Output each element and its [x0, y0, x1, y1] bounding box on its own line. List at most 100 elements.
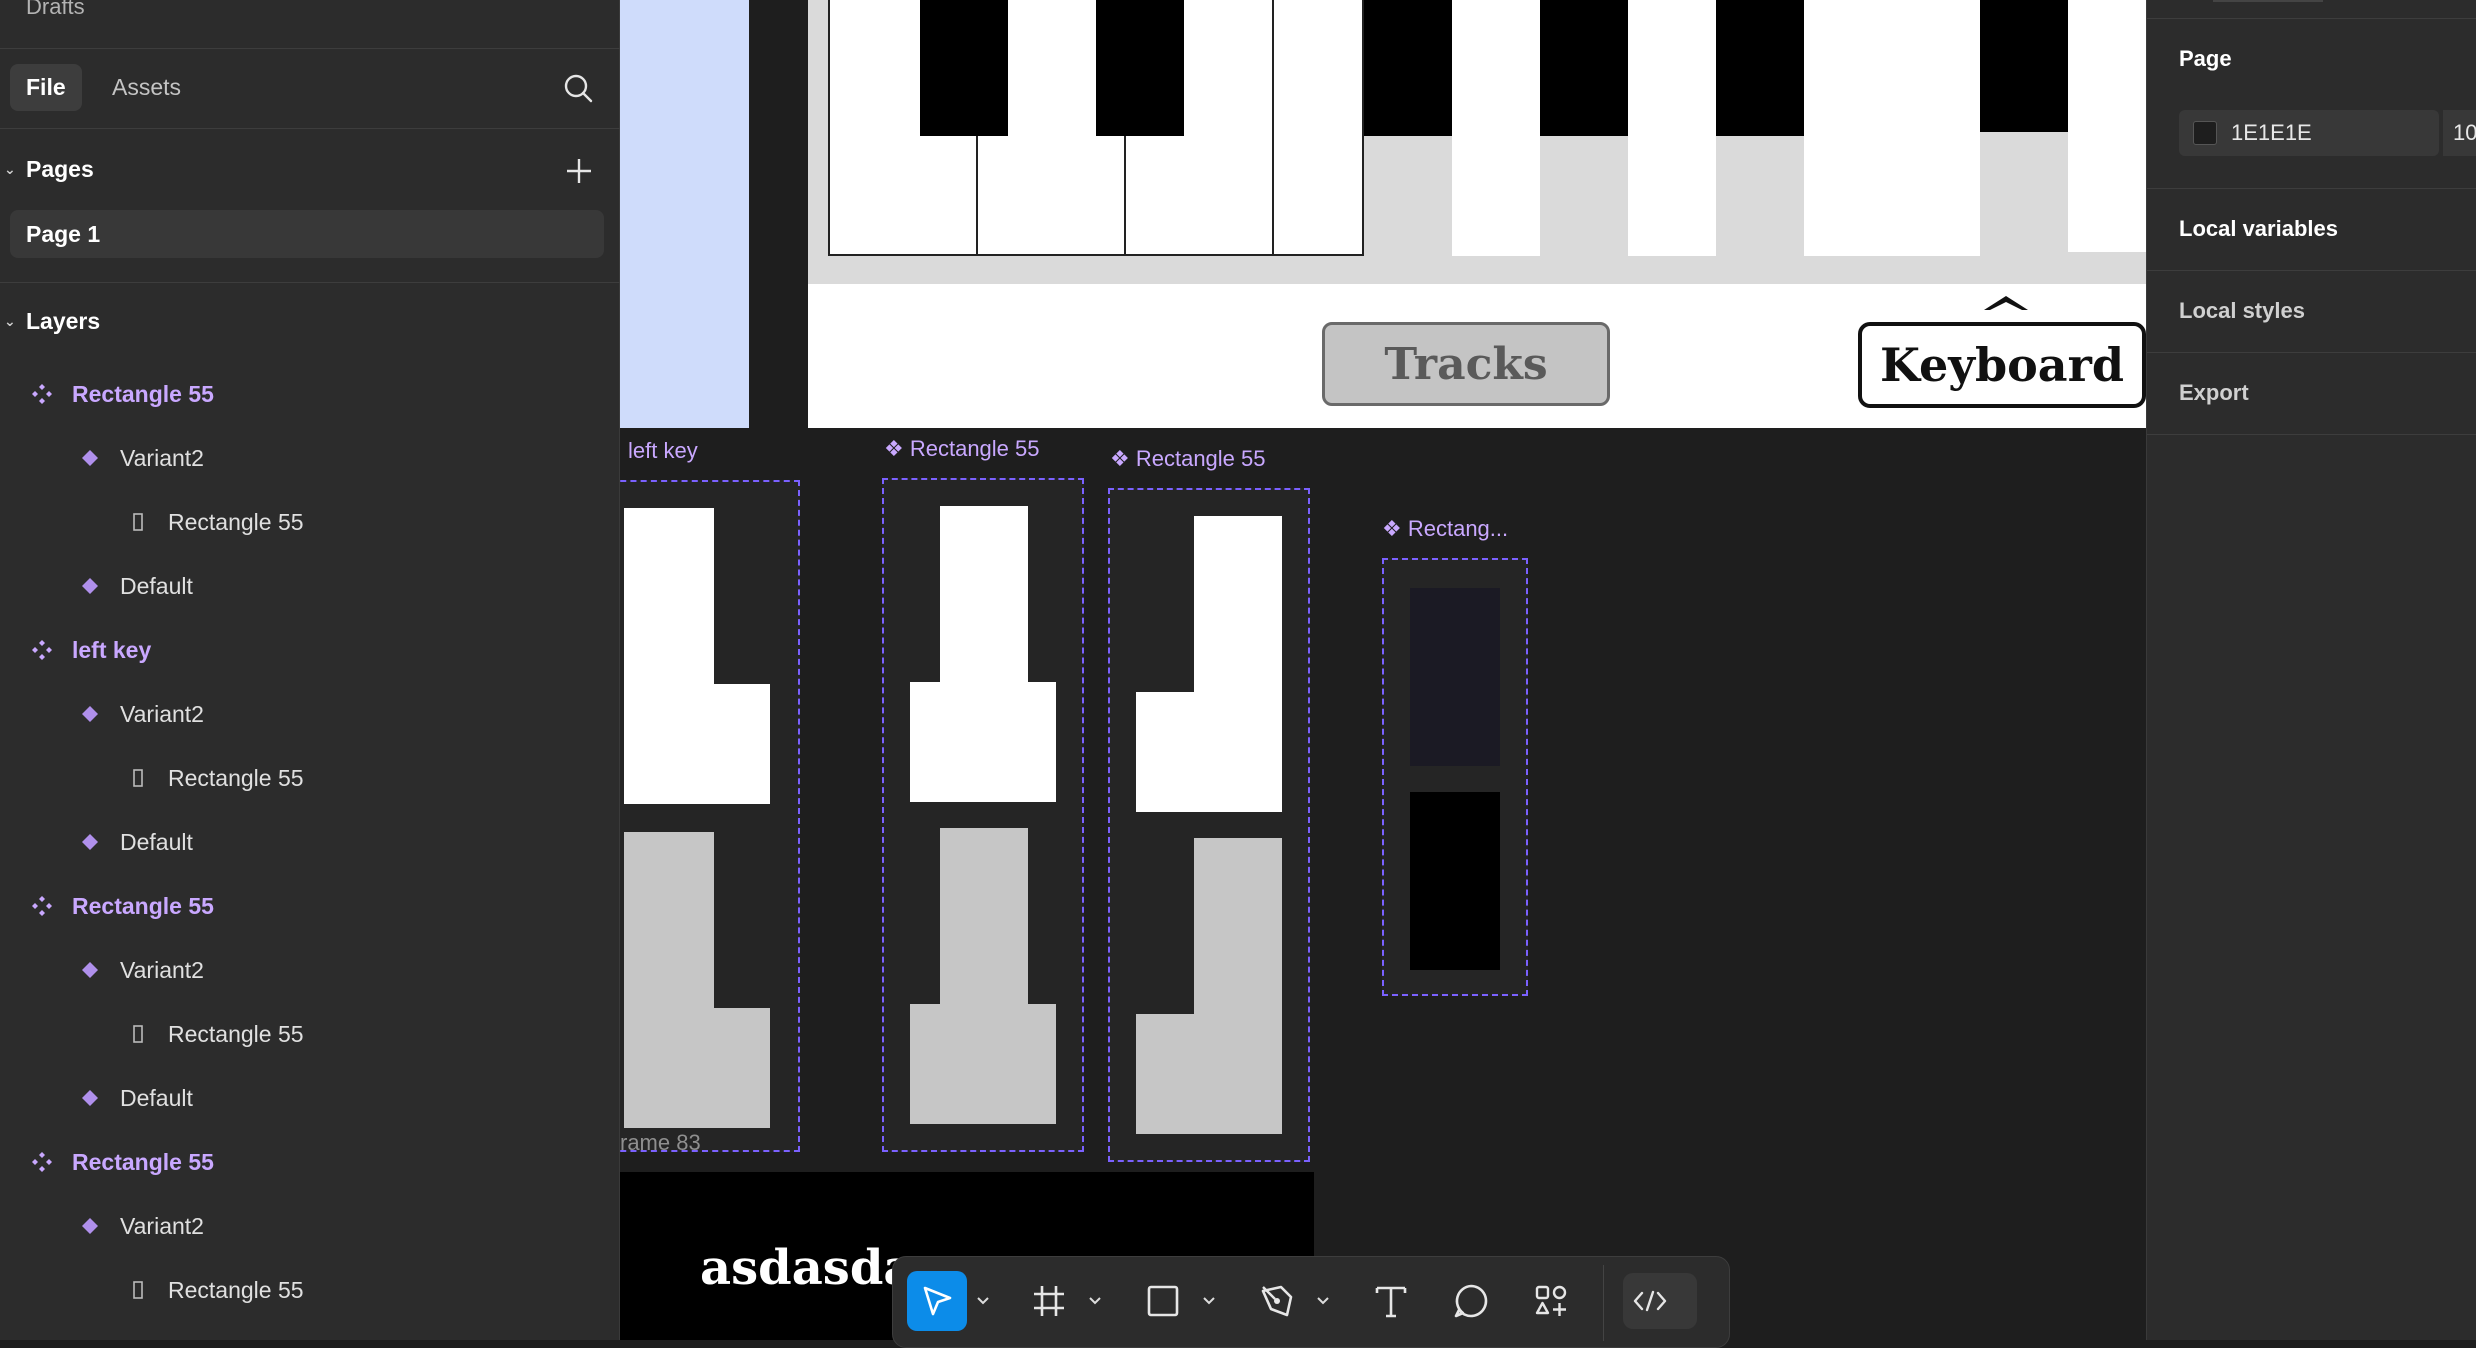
- caret-up-icon: [1982, 292, 2030, 312]
- pages-section-header[interactable]: ⌄ Pages: [4, 156, 94, 183]
- layer-row[interactable]: left key: [30, 630, 151, 670]
- black-key[interactable]: [1096, 0, 1184, 136]
- component-set-icon: [30, 382, 54, 406]
- black-key[interactable]: [1716, 0, 1804, 136]
- layer-label: Variant2: [120, 956, 204, 983]
- frame-label-frame-83[interactable]: rame 83: [620, 1130, 701, 1156]
- white-key[interactable]: [2068, 0, 2146, 252]
- white-key[interactable]: [1452, 0, 1540, 256]
- layer-label: Default: [120, 828, 193, 855]
- frame-label-rectangle-55[interactable]: ❖ Rectangle 55: [884, 436, 1040, 462]
- search-icon[interactable]: [562, 72, 594, 104]
- comment-tool-button[interactable]: [1441, 1271, 1501, 1331]
- frame-label-left-key[interactable]: left key: [628, 438, 698, 464]
- page-background-color-field[interactable]: 1E1E1E: [2179, 110, 2439, 156]
- frame-label-rectangle-55[interactable]: ❖ Rectangle 55: [1110, 446, 1266, 472]
- divider: [2147, 270, 2476, 271]
- layer-row[interactable]: Default: [78, 1078, 193, 1118]
- frame-text[interactable]: asdasda: [700, 1240, 914, 1296]
- layer-label: Rectangle 55: [168, 1020, 304, 1047]
- page-item-page-1[interactable]: Page 1: [10, 210, 604, 258]
- black-key[interactable]: [1364, 0, 1452, 136]
- left-key-component-set[interactable]: [620, 480, 800, 1152]
- layer-row[interactable]: Default: [78, 822, 193, 862]
- layer-row[interactable]: Rectangle 55: [126, 502, 304, 542]
- layer-row[interactable]: Rectangle 55: [126, 1014, 304, 1054]
- layer-row[interactable]: Variant2: [78, 438, 204, 478]
- left-key-default[interactable]: [624, 832, 774, 1132]
- layer-row[interactable]: Default: [78, 566, 193, 606]
- pen-tool-button[interactable]: [1247, 1271, 1307, 1331]
- layer-row[interactable]: Variant2: [78, 950, 204, 990]
- local-variables-link[interactable]: Local variables: [2179, 216, 2338, 242]
- move-tool-button[interactable]: [907, 1271, 967, 1331]
- bottom-toolbar: [892, 1256, 1730, 1348]
- layer-row[interactable]: Variant2: [78, 1206, 204, 1246]
- breadcrumb-drafts[interactable]: Drafts: [26, 0, 85, 20]
- text-tool-button[interactable]: [1361, 1271, 1421, 1331]
- black-key-component-set[interactable]: [1382, 558, 1528, 996]
- component-icon: ❖: [1110, 446, 1136, 471]
- chevron-down-icon[interactable]: [1201, 1293, 1217, 1309]
- white-key[interactable]: [1628, 0, 1716, 256]
- chevron-down-icon[interactable]: [1087, 1293, 1103, 1309]
- export-section[interactable]: Export: [2179, 380, 2249, 406]
- middle-key-variant2[interactable]: [910, 506, 1060, 806]
- chevron-down-icon[interactable]: [975, 1293, 991, 1309]
- divider: [2147, 188, 2476, 189]
- middle-key-component-set[interactable]: [882, 478, 1084, 1152]
- middle-key-default[interactable]: [910, 828, 1060, 1128]
- page-label: Page 1: [26, 220, 101, 247]
- layer-label: Rectangle 55: [168, 764, 304, 791]
- layer-label: Variant2: [120, 700, 204, 727]
- blue-frame[interactable]: [620, 0, 749, 428]
- layer-row[interactable]: Rectangle 55: [30, 1142, 214, 1182]
- frame-label-rectangle-55[interactable]: ❖ Rectang...: [1382, 516, 1508, 542]
- key-divider: [1272, 0, 1274, 256]
- variant-icon: [78, 702, 102, 726]
- add-page-icon[interactable]: [564, 156, 594, 186]
- layer-row[interactable]: Rectangle 55: [30, 374, 214, 414]
- tab-file[interactable]: File: [10, 64, 82, 111]
- apps-icon: [1535, 1285, 1567, 1316]
- design-canvas[interactable]: Tracks Keyboard left key rame 83 ❖ Recta…: [620, 0, 2146, 1340]
- frame-tool-button[interactable]: [1019, 1271, 1079, 1331]
- opacity-field[interactable]: 10: [2443, 110, 2476, 156]
- variant-icon: [78, 1086, 102, 1110]
- chevron-down-icon[interactable]: [1315, 1293, 1331, 1309]
- layers-section-header[interactable]: ⌄ Layers: [4, 308, 100, 335]
- black-key-default[interactable]: [1410, 792, 1500, 970]
- dev-mode-toggle[interactable]: [1623, 1273, 1697, 1329]
- opacity-value[interactable]: 10: [2453, 120, 2476, 146]
- rectangle-icon: [126, 766, 150, 790]
- local-styles-section[interactable]: Local styles: [2179, 298, 2305, 324]
- keyboard-frame[interactable]: Tracks Keyboard: [808, 0, 2146, 428]
- right-key-component-set[interactable]: [1108, 488, 1310, 1162]
- hex-value[interactable]: 1E1E1E: [2231, 120, 2312, 146]
- chevron-down-icon: ⌄: [4, 161, 16, 177]
- layer-row[interactable]: Rectangle 55: [30, 886, 214, 926]
- divider: [0, 128, 620, 129]
- layer-row[interactable]: Variant2: [78, 694, 204, 734]
- black-key[interactable]: [1540, 0, 1628, 136]
- white-key[interactable]: [1804, 0, 1980, 256]
- left-key-variant2[interactable]: [624, 508, 774, 808]
- layer-row[interactable]: Rectangle 55: [126, 758, 304, 798]
- variant-icon: [78, 446, 102, 470]
- layer-row[interactable]: Rectangle 55: [126, 1270, 304, 1310]
- right-key-variant2[interactable]: [1136, 516, 1286, 816]
- black-key-variant2[interactable]: [1410, 588, 1500, 766]
- tracks-button[interactable]: Tracks: [1322, 322, 1610, 406]
- tab-assets[interactable]: Assets: [96, 64, 197, 111]
- layer-label: Default: [120, 572, 193, 599]
- black-key[interactable]: [920, 0, 1008, 136]
- color-swatch[interactable]: [2193, 121, 2217, 145]
- black-key[interactable]: [1980, 0, 2068, 132]
- component-set-icon: [30, 894, 54, 918]
- right-key-default[interactable]: [1136, 838, 1286, 1138]
- actions-tool-button[interactable]: [1521, 1271, 1581, 1331]
- shape-tool-button[interactable]: [1133, 1271, 1193, 1331]
- layer-label: left key: [72, 636, 152, 663]
- keyboard-button[interactable]: Keyboard: [1858, 322, 2146, 408]
- divider: [0, 48, 620, 49]
